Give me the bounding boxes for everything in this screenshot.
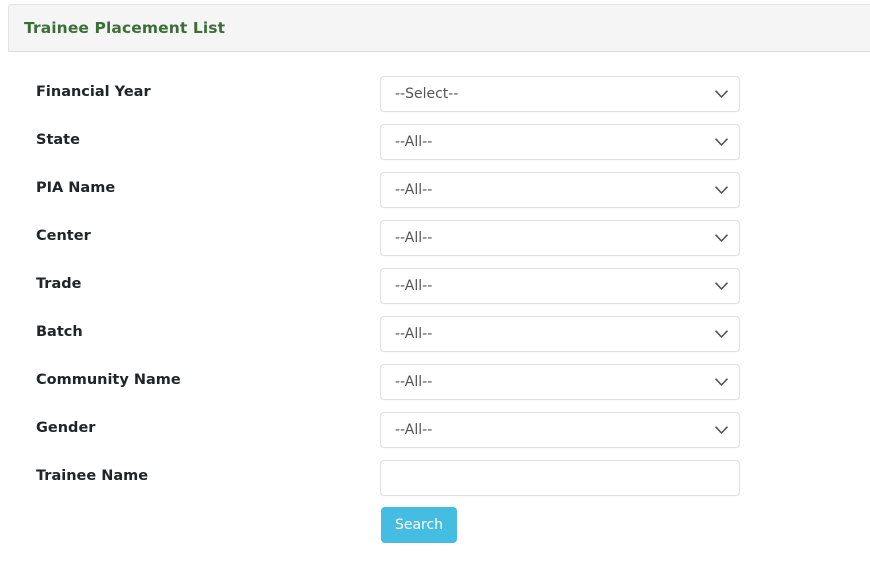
panel: Trainee Placement List — [8, 4, 870, 52]
label-batch: Batch — [36, 322, 83, 342]
field-wrapper-trade: --All-- — [380, 268, 740, 304]
field-wrapper-financial-year: --Select-- — [380, 76, 740, 112]
label-financial-year: Financial Year — [36, 82, 151, 102]
label-gender: Gender — [36, 418, 95, 438]
select-community-name[interactable]: --All-- — [380, 364, 740, 400]
form-row-trainee-name: Trainee Name — [0, 454, 870, 502]
input-trainee-name[interactable] — [380, 460, 740, 496]
field-wrapper-trainee-name — [380, 460, 740, 496]
field-wrapper-community-name: --All-- — [380, 364, 740, 400]
form-row-batch: Batch --All-- — [0, 310, 870, 358]
search-button[interactable]: Search — [381, 507, 457, 543]
form-row-trade: Trade --All-- — [0, 262, 870, 310]
form-row-gender: Gender --All-- — [0, 406, 870, 454]
label-community-name: Community Name — [36, 370, 181, 390]
field-wrapper-pia-name: --All-- — [380, 172, 740, 208]
select-gender[interactable]: --All-- — [380, 412, 740, 448]
page-root: Trainee Placement List Financial Year --S… — [0, 0, 870, 572]
form-actions: Search — [0, 502, 870, 550]
select-center[interactable]: --All-- — [380, 220, 740, 256]
select-batch[interactable]: --All-- — [380, 316, 740, 352]
select-financial-year[interactable]: --Select-- — [380, 76, 740, 112]
select-trade[interactable]: --All-- — [380, 268, 740, 304]
select-pia-name[interactable]: --All-- — [380, 172, 740, 208]
label-pia-name: PIA Name — [36, 178, 115, 198]
label-trade: Trade — [36, 274, 81, 294]
field-wrapper-batch: --All-- — [380, 316, 740, 352]
field-wrapper-gender: --All-- — [380, 412, 740, 448]
panel-header: Trainee Placement List — [8, 4, 870, 52]
form-row-state: State --All-- — [0, 118, 870, 166]
page-title: Trainee Placement List — [24, 19, 225, 37]
search-filter-form: Financial Year--Select--State--All--PIA … — [0, 70, 870, 550]
label-center: Center — [36, 226, 91, 246]
form-row-center: Center --All-- — [0, 214, 870, 262]
label-state: State — [36, 130, 80, 150]
field-wrapper-center: --All-- — [380, 220, 740, 256]
form-row-pia-name: PIA Name --All-- — [0, 166, 870, 214]
field-wrapper-state: --All-- — [380, 124, 740, 160]
label-trainee-name: Trainee Name — [36, 466, 148, 486]
select-state[interactable]: --All-- — [380, 124, 740, 160]
form-row-community-name: Community Name --All-- — [0, 358, 870, 406]
form-row-financial-year: Financial Year --Select-- — [0, 70, 870, 118]
